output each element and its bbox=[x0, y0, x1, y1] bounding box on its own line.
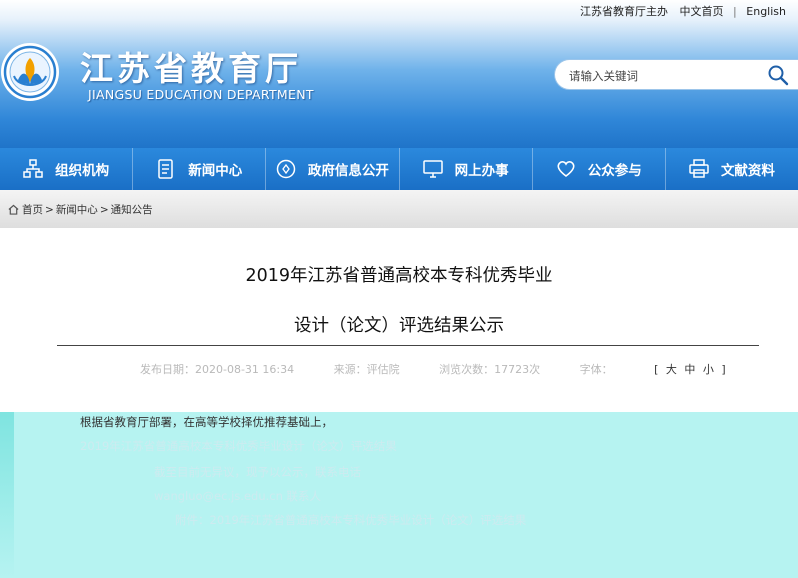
breadcrumb-bar: 首页 > 新闻中心 > 通知公告 bbox=[0, 190, 798, 228]
body-left-edge bbox=[0, 412, 14, 578]
home-icon bbox=[8, 204, 19, 215]
font-small-link[interactable]: 小 bbox=[701, 363, 716, 376]
department-logo-icon[interactable] bbox=[0, 36, 72, 108]
site-title-en: JIANGSU EDUCATION DEPARTMENT bbox=[88, 87, 314, 102]
breadcrumb-home[interactable]: 首页 bbox=[22, 202, 43, 217]
font-large-link[interactable]: 大 bbox=[664, 363, 679, 376]
nav-label: 政府信息公开 bbox=[307, 163, 389, 179]
font-medium-link[interactable]: 中 bbox=[682, 363, 697, 376]
nav-label: 组织机构 bbox=[55, 163, 110, 179]
nav-item-documents[interactable]: 文献资料 bbox=[666, 148, 798, 190]
search-icon[interactable] bbox=[767, 64, 789, 86]
nav-item-disclosure[interactable]: 政府信息公开 bbox=[266, 148, 400, 190]
top-links: 江苏省教育厅主办 中文首页 | English bbox=[576, 3, 790, 19]
org-chart-icon bbox=[23, 159, 43, 178]
title-divider bbox=[57, 345, 759, 346]
breadcrumb-separator: > bbox=[45, 203, 54, 216]
publish-date: 发布日期：2020-08-31 16:34 bbox=[140, 363, 295, 376]
site-header: 江苏省教育厅主办 中文首页 | English 江苏省教育厅 JIANGSU E… bbox=[0, 0, 798, 148]
nav-item-public-participation[interactable]: 公众参与 bbox=[533, 148, 666, 190]
heart-icon bbox=[557, 161, 575, 178]
article-source: 来源：评估院 bbox=[333, 363, 400, 376]
nav-label: 文献资料 bbox=[720, 163, 775, 179]
nav-label: 公众参与 bbox=[587, 163, 642, 179]
nav-item-news[interactable]: 新闻中心 bbox=[133, 148, 267, 190]
attachment-link[interactable]: 附件：2019年江苏省普通高校本专科优秀毕业设计（论文）评选结果 bbox=[175, 512, 526, 528]
breadcrumb: 首页 > 新闻中心 > 通知公告 bbox=[8, 202, 153, 217]
breadcrumb-notices[interactable]: 通知公告 bbox=[111, 202, 153, 217]
body-line: wangluo@ec.js.edu.cn 联系人 bbox=[154, 489, 322, 503]
article-title-line1: 2019年江苏省普通高校本专科优秀毕业 bbox=[245, 266, 553, 286]
english-link[interactable]: English bbox=[742, 5, 790, 18]
body-line: 2019年江苏省普通高校本专科优秀毕业设计（论文）评选结果 bbox=[80, 439, 397, 453]
search-box bbox=[554, 59, 798, 90]
article-meta: 发布日期：2020-08-31 16:34 来源：评估院 浏览次数：17723次… bbox=[140, 361, 728, 377]
main-nav: 组织机构 新闻中心 政府信息公开 网上办事 公众参与 文献资料 bbox=[0, 148, 798, 190]
host-text: 江苏省教育厅主办 bbox=[580, 5, 669, 18]
article-body: 根据省教育厅部署，在高等学校择优推荐基础上， 2019年江苏省普通高校本专科优秀… bbox=[0, 412, 798, 578]
article-title-line2: 设计（论文）评选结果公示 bbox=[294, 316, 504, 336]
monitor-icon bbox=[422, 160, 443, 178]
cn-home-link[interactable]: 中文首页 bbox=[676, 5, 728, 18]
nav-label: 新闻中心 bbox=[188, 163, 243, 179]
body-line: 截至目前无异议，现予以公示，联系电话 bbox=[154, 465, 361, 479]
nav-item-org[interactable]: 组织机构 bbox=[0, 148, 134, 190]
printer-icon bbox=[689, 159, 709, 178]
body-line: 根据省教育厅部署，在高等学校择优推荐基础上， bbox=[80, 415, 333, 429]
nav-item-online-services[interactable]: 网上办事 bbox=[400, 148, 533, 190]
font-bracket-open: [ bbox=[654, 363, 659, 376]
font-size-controls: [ 大 中 小 ] bbox=[652, 363, 728, 376]
breadcrumb-separator: > bbox=[99, 203, 109, 216]
font-bracket-close: ] bbox=[721, 363, 726, 376]
site-title-cn[interactable]: 江苏省教育厅 bbox=[80, 42, 302, 90]
document-icon bbox=[158, 159, 173, 179]
top-link-separator: | bbox=[733, 5, 737, 18]
view-count: 浏览次数：17723次 bbox=[439, 363, 541, 376]
nav-label: 网上办事 bbox=[454, 163, 509, 179]
font-size-label: 字体： bbox=[579, 363, 613, 376]
disclosure-icon bbox=[276, 159, 296, 179]
search-input[interactable] bbox=[567, 65, 751, 87]
breadcrumb-news[interactable]: 新闻中心 bbox=[56, 202, 98, 217]
